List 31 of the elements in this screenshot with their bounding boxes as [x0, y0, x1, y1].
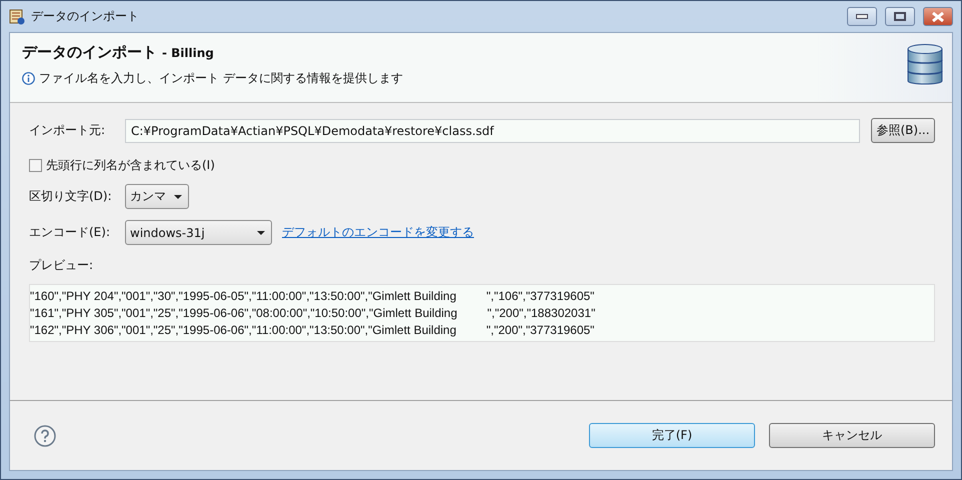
app-icon [9, 8, 25, 24]
maximize-icon [894, 12, 906, 21]
close-icon [932, 12, 944, 22]
checkbox-label: 先頭行に列名が含まれている(I) [46, 157, 215, 174]
minimize-icon [856, 14, 868, 19]
preview-label: プレビュー: [29, 257, 94, 274]
browse-button[interactable]: 参照(B)... [871, 118, 935, 143]
window-title: データのインポート [31, 8, 140, 25]
source-path-field[interactable]: C:¥ProgramData¥Actian¥PSQL¥Demodata¥restore¥class.sdf [125, 118, 860, 142]
preview-line: "162","PHY 306","001","25","1995-06-06","11:00:00","13:50:00","Gimlett Building ","200","377319605" [30, 322, 596, 339]
source-label: インポート元: [29, 122, 106, 139]
info-icon [22, 72, 35, 85]
delimiter-dropdown[interactable]: カンマ [125, 184, 189, 209]
delimiter-label: 区切り文字(D): [29, 188, 113, 205]
help-icon[interactable] [34, 424, 56, 446]
preview-line: "160","PHY 204","001","30","1995-06-05","11:00:00","13:50:00","Gimlett Building ","106","377319605" [30, 288, 596, 305]
change-encoding-link[interactable]: デフォルトのエンコードを変更する [282, 224, 474, 241]
preview-line: "161","PHY 305","001","25","1995-06-06","08:00:00","10:50:00","Gimlett Building ","200","188302031" [30, 305, 596, 322]
minimize-button[interactable] [847, 7, 877, 26]
encoding-dropdown[interactable]: windows-31j [125, 220, 272, 245]
info-message: ファイル名を入力し、インポート データに関する情報を提供します [39, 70, 403, 87]
caret-icon [257, 230, 265, 234]
header-row-checkbox[interactable] [29, 159, 42, 172]
maximize-button[interactable] [885, 7, 915, 26]
cancel-button[interactable]: キャンセル [769, 423, 935, 448]
close-button[interactable] [923, 7, 953, 26]
dialog-subtitle: - Billing [162, 46, 214, 60]
caret-icon [174, 194, 182, 198]
dialog-title: データのインポート [22, 43, 157, 62]
encoding-label: エンコード(E): [29, 224, 111, 241]
finish-button[interactable]: 完了(F) [589, 423, 755, 448]
